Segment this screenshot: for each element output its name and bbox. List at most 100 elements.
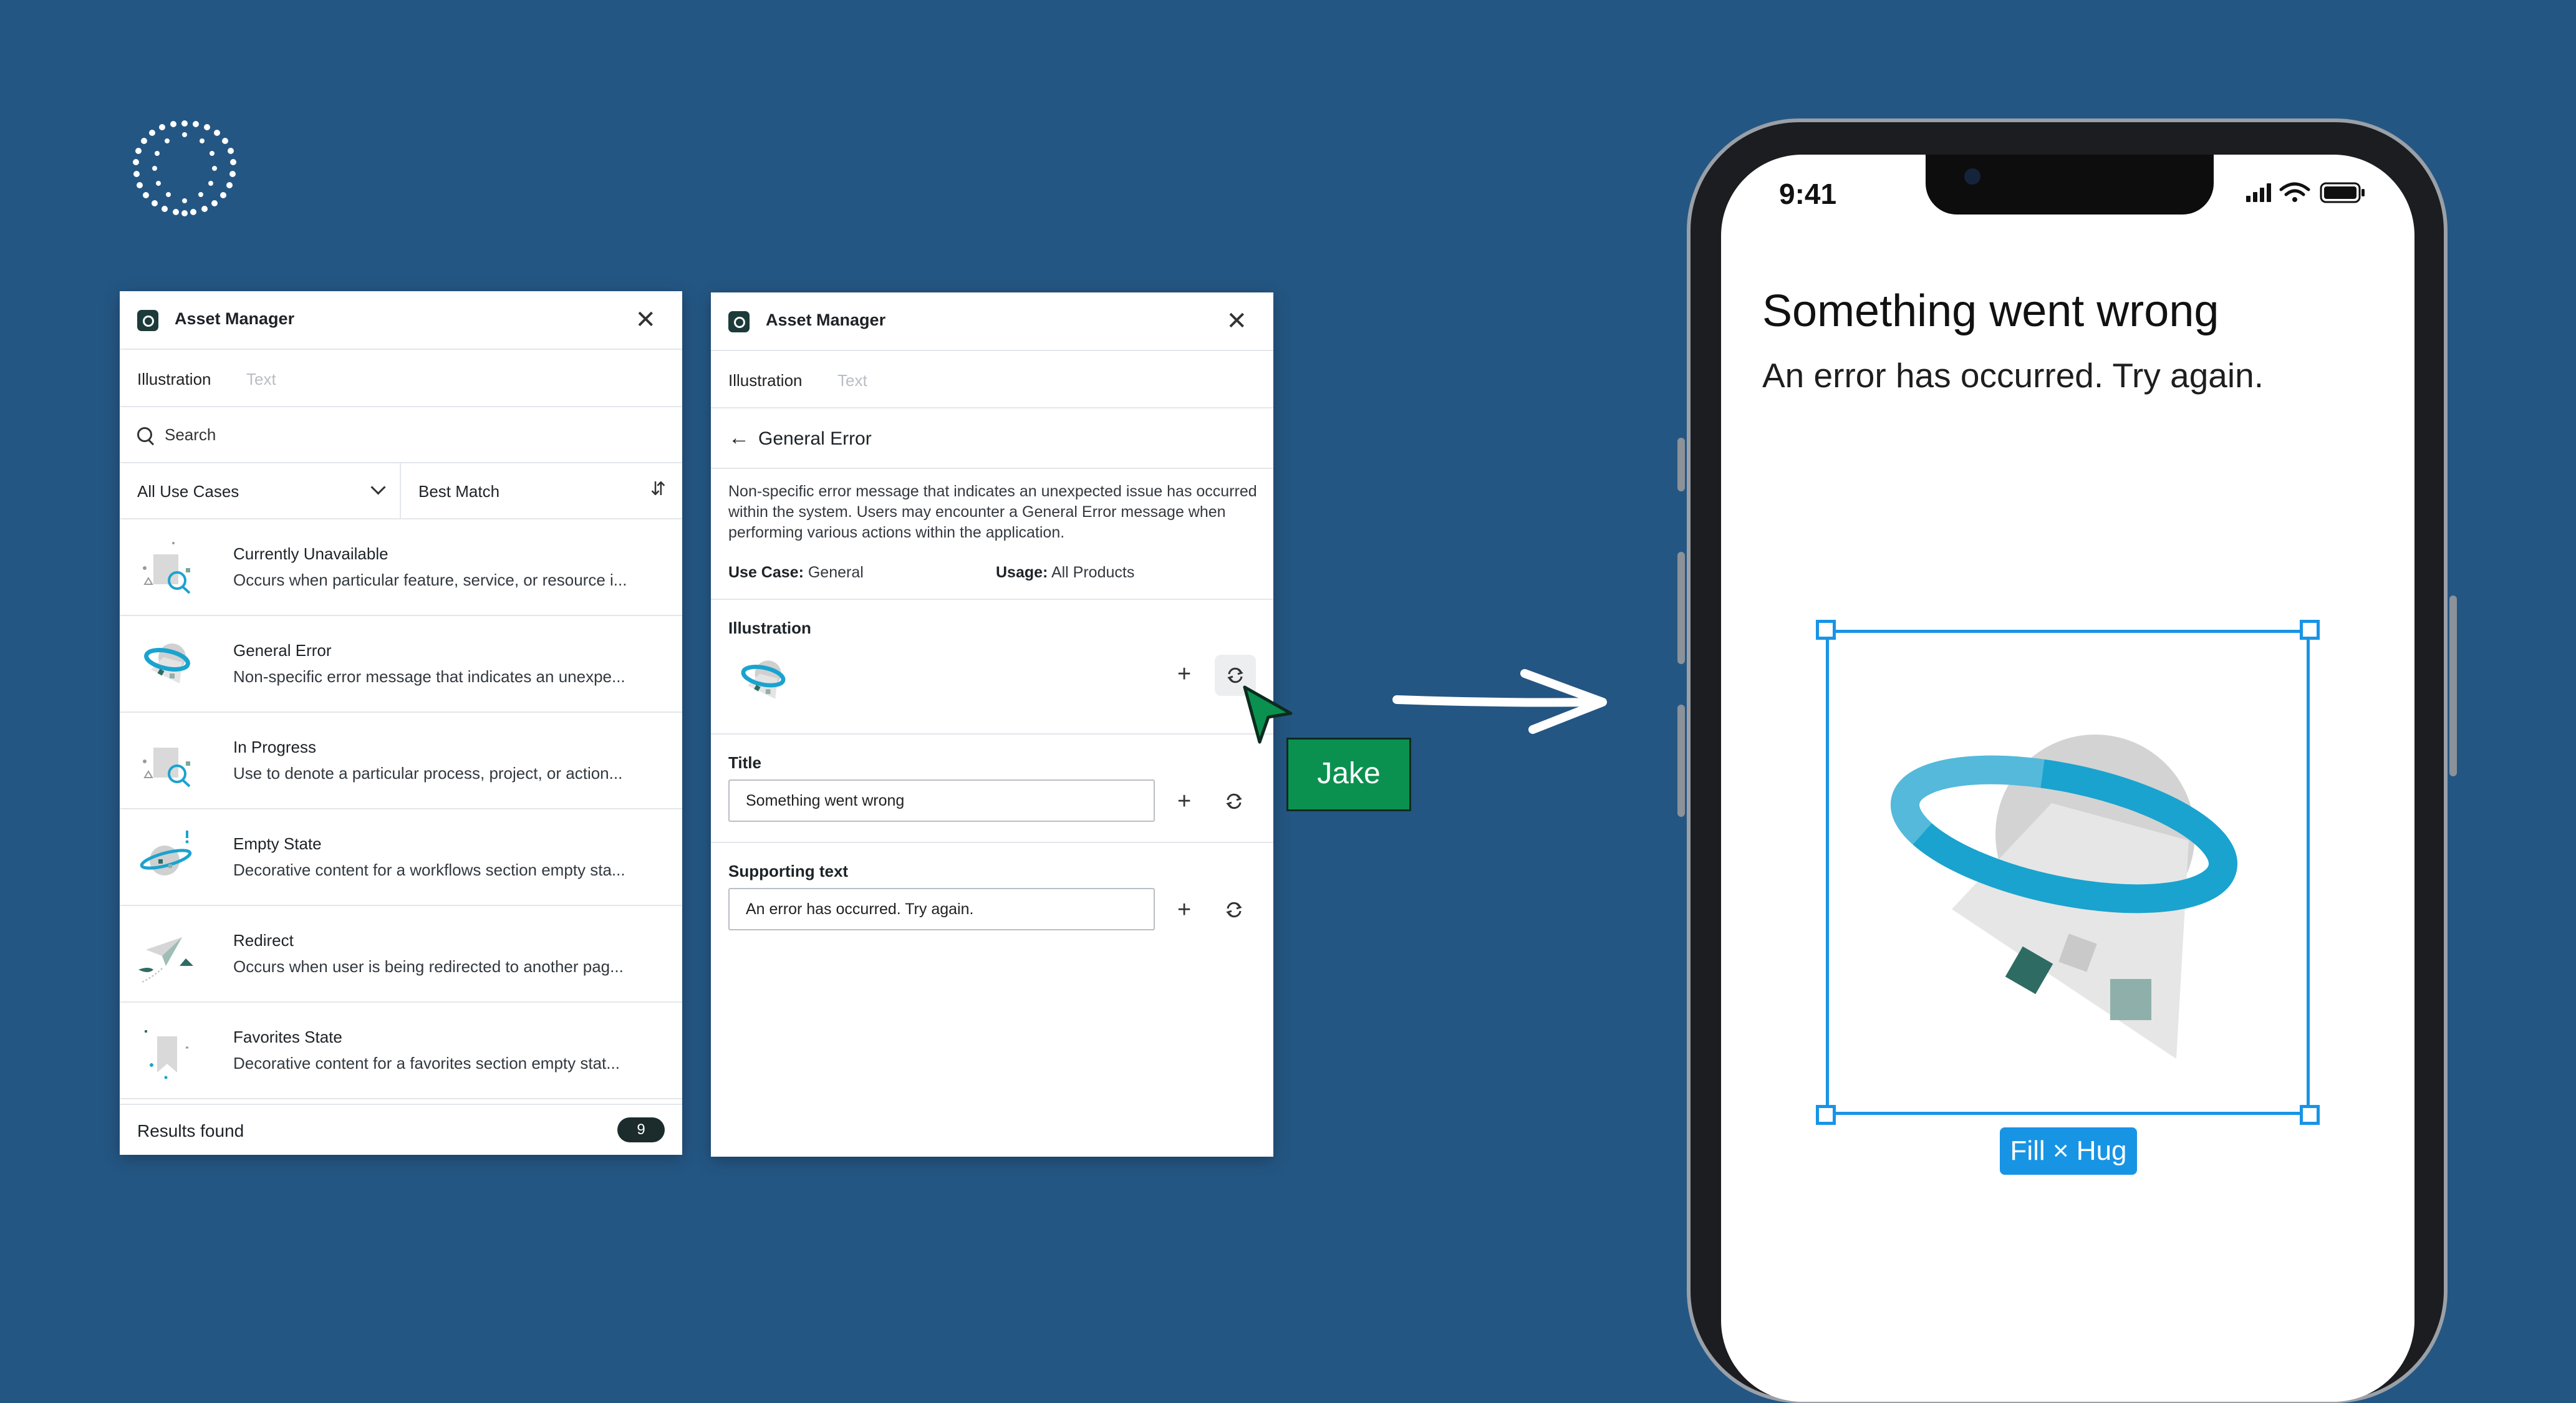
back-arrow-icon[interactable]: ← — [728, 426, 750, 450]
brand-logo-icon — [133, 120, 236, 216]
tab-illustration[interactable]: Illustration — [728, 371, 803, 390]
magnifier-illustration-icon — [143, 748, 191, 788]
list-item[interactable]: Favorites State Decorative content for a… — [120, 1003, 682, 1099]
title-label: Title — [728, 753, 761, 772]
detail-header: ← General Error — [711, 408, 1273, 469]
arrow-right-icon — [1392, 669, 1607, 734]
sizing-mode-tag: Fill × Hug — [2000, 1127, 2137, 1175]
title-field[interactable]: Something went wrong — [728, 779, 1155, 822]
panel-header: Asset Manager ✕ — [120, 291, 682, 350]
search-icon — [137, 427, 152, 442]
screen-title: Something went wrong — [1762, 286, 2219, 336]
list-item-title: Currently Unavailable — [233, 544, 388, 563]
panel-header: Asset Manager ✕ — [711, 292, 1273, 351]
list-item-description: Non-specific error message that indicate… — [233, 667, 625, 686]
results-label: Results found — [137, 1121, 244, 1140]
usage-meta: Usage: All Products — [996, 564, 1134, 582]
asset-manager-app-icon — [137, 310, 158, 331]
phone-mute-switch — [1677, 438, 1685, 491]
status-bar-time: 9:41 — [1779, 178, 1837, 210]
paper-plane-illustration-icon — [138, 937, 193, 983]
panel-tabs: Illustration Text — [120, 350, 682, 407]
collaborator-cursor-icon — [1243, 685, 1293, 744]
list-item-description: Use to denote a particular process, proj… — [233, 764, 623, 783]
title-section: Title Something went wrong + — [711, 735, 1273, 843]
use-case-meta: Use Case: General — [728, 564, 864, 582]
usage-value: All Products — [1051, 564, 1135, 581]
supporting-text-label: Supporting text — [728, 862, 849, 880]
list-item[interactable]: Empty State Decorative content for a wor… — [120, 809, 682, 906]
search-bar — [120, 407, 682, 463]
wifi-icon — [2279, 182, 2310, 196]
add-icon[interactable]: + — [1177, 662, 1191, 686]
use-case-value: General — [808, 564, 864, 581]
resize-handle-top-left[interactable] — [1816, 620, 1836, 640]
description-text: Non-specific error message that indicate… — [728, 483, 1257, 541]
list-item-title: In Progress — [233, 738, 316, 756]
list-item[interactable]: Currently Unavailable Occurs when partic… — [120, 519, 682, 616]
asset-manager-list-panel: Asset Manager ✕ Illustration Text All Us… — [120, 291, 682, 1155]
sort-dropdown-label: Best Match — [418, 482, 500, 501]
tab-text[interactable]: Text — [246, 370, 276, 389]
filter-row: All Use Cases Best Match ⇵ — [120, 463, 682, 519]
ufo-illustration-icon — [741, 660, 786, 699]
illustration-label: Illustration — [728, 619, 811, 637]
list-item[interactable]: Redirect Occurs when user is being redir… — [120, 906, 682, 1003]
supporting-text-section: Supporting text An error has occurred. T… — [711, 843, 1273, 950]
results-footer: Results found 9 — [120, 1104, 682, 1155]
search-input[interactable] — [163, 420, 640, 450]
magnifier-illustration-icon — [143, 542, 191, 594]
list-item-title: Empty State — [233, 834, 322, 853]
cellular-signal-icon — [2246, 183, 2271, 202]
refresh-icon — [1227, 667, 1243, 683]
panel-title: Asset Manager — [766, 311, 886, 329]
list-item[interactable]: In Progress Use to denote a particular p… — [120, 713, 682, 809]
sort-dropdown[interactable]: Best Match ⇵ — [401, 463, 682, 518]
sort-icon: ⇵ — [650, 479, 666, 499]
tab-illustration[interactable]: Illustration — [137, 370, 211, 389]
phone-notch — [1926, 155, 2214, 215]
tab-text[interactable]: Text — [837, 371, 867, 390]
resize-handle-bottom-left[interactable] — [1816, 1105, 1836, 1125]
panel-title: Asset Manager — [175, 309, 295, 328]
add-icon[interactable]: + — [1177, 789, 1191, 813]
results-count-badge: 9 — [617, 1117, 665, 1142]
chevron-down-icon — [370, 480, 386, 495]
bookmark-illustration-icon — [145, 1030, 188, 1079]
asset-description: Non-specific error message that indicate… — [711, 469, 1273, 600]
asset-manager-detail-panel: Asset Manager ✕ Illustration Text ← Gene… — [711, 292, 1273, 1157]
status-bar-icons — [2246, 182, 2365, 203]
resize-handle-top-right[interactable] — [2300, 620, 2320, 640]
list-item-title: General Error — [233, 641, 332, 660]
close-icon[interactable]: ✕ — [635, 307, 656, 332]
battery-icon — [2320, 182, 2365, 203]
detail-title: General Error — [758, 428, 872, 449]
illustration-section: Illustration + — [711, 600, 1273, 735]
close-icon[interactable]: ✕ — [1226, 309, 1247, 334]
list-item-title: Redirect — [233, 931, 294, 950]
ufo-illustration-icon — [144, 644, 190, 683]
list-item[interactable]: General Error Non-specific error message… — [120, 616, 682, 713]
list-item-title: Favorites State — [233, 1028, 342, 1046]
refresh-icon[interactable] — [1223, 791, 1245, 812]
use-case-dropdown[interactable]: All Use Cases — [120, 463, 401, 518]
planet-illustration-icon — [140, 831, 192, 875]
refresh-icon[interactable] — [1223, 899, 1245, 920]
list-item-description: Occurs when user is being redirected to … — [233, 957, 624, 976]
phone-volume-down — [1677, 705, 1685, 817]
add-icon[interactable]: + — [1177, 898, 1191, 922]
phone-power-button — [2449, 595, 2457, 776]
usage-label: Usage: — [996, 564, 1048, 581]
screen-subtitle: An error has occurred. Try again. — [1762, 356, 2264, 395]
list-item-description: Occurs when particular feature, service,… — [233, 571, 627, 589]
phone-volume-up — [1677, 552, 1685, 664]
panel-tabs: Illustration Text — [711, 351, 1273, 408]
selection-frame[interactable] — [1826, 630, 2310, 1115]
asset-manager-app-icon — [728, 311, 750, 332]
use-case-label: Use Case: — [728, 564, 804, 581]
supporting-text-field[interactable]: An error has occurred. Try again. — [728, 888, 1155, 930]
resize-handle-bottom-right[interactable] — [2300, 1105, 2320, 1125]
collaborator-name-tag: Jake — [1286, 738, 1411, 811]
phone-screen: 9:41 Something went wrong An error has o… — [1721, 155, 2414, 1402]
list-item-description: Decorative content for a favorites secti… — [233, 1054, 620, 1073]
